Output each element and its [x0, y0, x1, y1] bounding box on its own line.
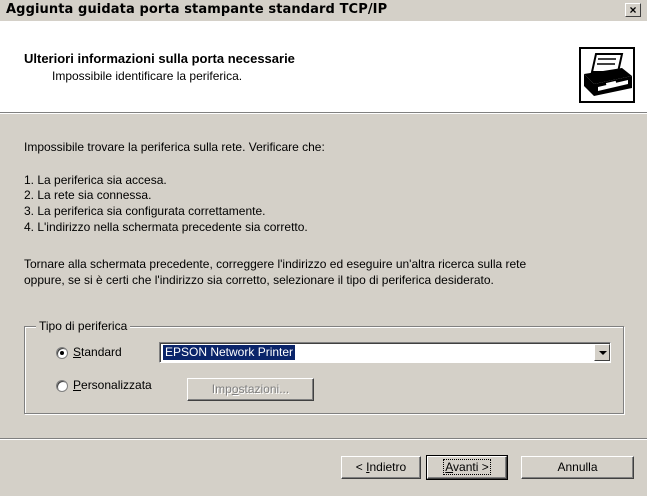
device-type-group	[24, 326, 624, 414]
check-item-2: 2. La rete sia connessa.	[24, 188, 152, 202]
check-item-1: 1. La periferica sia accesa.	[24, 173, 167, 187]
instruction-text-1: Tornare alla schermata precedente, corre…	[24, 257, 527, 271]
close-button[interactable]: ×	[625, 3, 641, 17]
close-icon: ×	[629, 3, 637, 17]
window-title: Aggiunta guidata porta stampante standar…	[6, 2, 388, 17]
chevron-down-icon	[599, 351, 607, 355]
wizard-window: Aggiunta guidata porta stampante standar…	[0, 0, 647, 496]
standard-device-select-value: EPSON Network Printer	[163, 345, 296, 360]
header-divider	[0, 113, 647, 114]
standard-radio-label[interactable]: Standard	[73, 345, 122, 359]
intro-text: Impossibile trovare la periferica sulla …	[24, 140, 325, 154]
settings-button[interactable]: Impostazioni...	[187, 378, 314, 401]
check-item-3: 3. La periferica sia configurata corrett…	[24, 204, 266, 218]
header-subtitle: Impossibile identificare la periferica.	[52, 69, 243, 83]
header-title: Ulteriori informazioni sulla porta neces…	[24, 51, 295, 66]
back-button[interactable]: < Indietro	[341, 456, 421, 479]
standard-radio[interactable]	[56, 347, 68, 359]
title-bar: Aggiunta guidata porta stampante standar…	[0, 0, 647, 21]
printer-network-icon	[579, 47, 635, 103]
custom-radio-label[interactable]: Personalizzata	[73, 378, 152, 392]
custom-radio[interactable]	[56, 380, 68, 392]
wizard-header: Ulteriori informazioni sulla porta neces…	[0, 21, 647, 113]
cancel-button[interactable]: Annulla	[521, 456, 634, 479]
device-type-group-label: Tipo di periferica	[36, 319, 131, 333]
standard-device-select[interactable]: EPSON Network Printer	[159, 342, 611, 363]
radio-selected-dot	[60, 351, 64, 355]
instruction-text-2: oppure, se si è certi che l'indirizzo si…	[24, 273, 494, 287]
check-item-4: 4. L'indirizzo nella schermata precedent…	[24, 220, 308, 234]
next-button[interactable]: Avanti >	[426, 455, 508, 480]
dropdown-button[interactable]	[594, 344, 610, 361]
